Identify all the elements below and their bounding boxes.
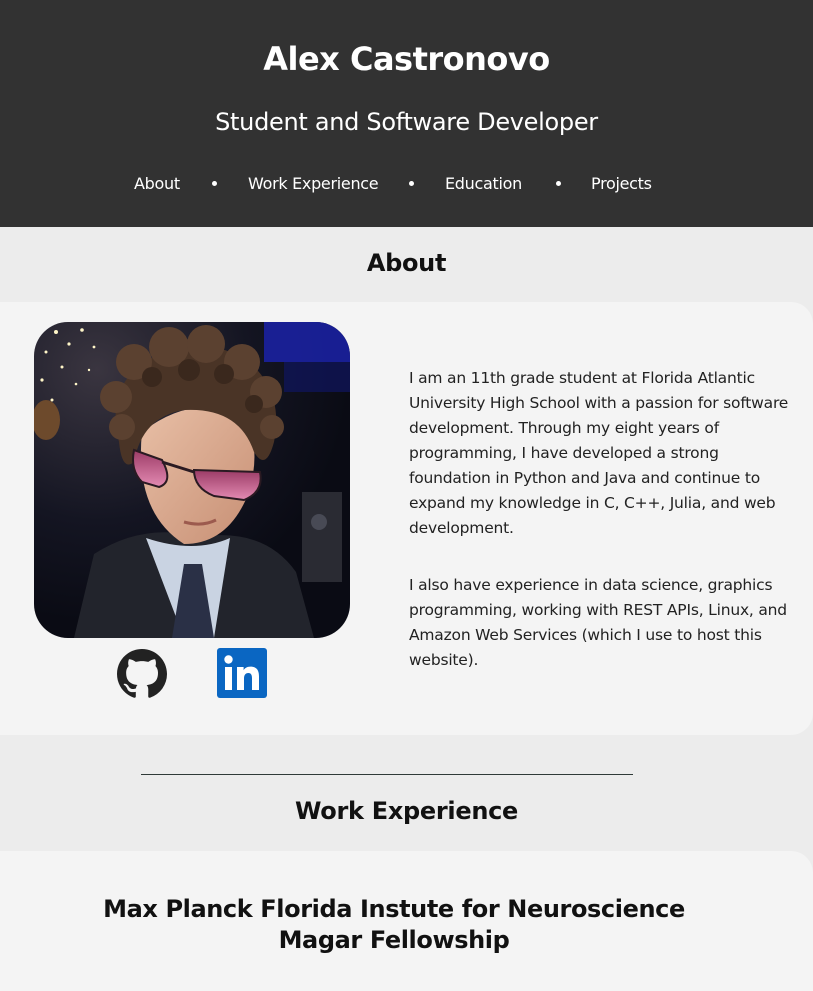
main-nav: About Work Experience Education Projects [0,174,813,196]
nav-separator-dot [556,181,561,186]
site-subtitle: Student and Software Developer [215,108,598,136]
about-paragraph: I also have experience in data science, … [409,576,787,669]
profile-photo [34,322,350,638]
about-card: I am an 11th grade student at Florida At… [0,302,813,735]
work-experience-heading: Work Experience [294,797,519,825]
job-title: Magar Fellowship [278,926,510,954]
nav-separator-dot [409,181,414,186]
linkedin-icon[interactable] [217,648,267,698]
nav-link-education[interactable]: Education [445,174,522,193]
section-divider [141,774,633,775]
nav-separator-dot [212,181,217,186]
about-heading: About [366,249,447,277]
nav-link-projects[interactable]: Projects [591,174,652,193]
about-paragraph: I am an 11th grade student at Florida At… [409,369,789,537]
site-header: Alex Castronovo Student and Software Dev… [0,0,813,227]
nav-link-work-experience[interactable]: Work Experience [248,174,379,193]
site-title: Alex Castronovo [263,40,550,78]
work-experience-card: Max Planck Florida Instute for Neuroscie… [0,851,813,991]
about-text: I am an 11th grade student at Florida At… [409,366,789,705]
nav-link-about[interactable]: About [134,174,180,193]
github-icon[interactable] [117,649,167,699]
job-organization: Max Planck Florida Instute for Neuroscie… [103,895,685,923]
